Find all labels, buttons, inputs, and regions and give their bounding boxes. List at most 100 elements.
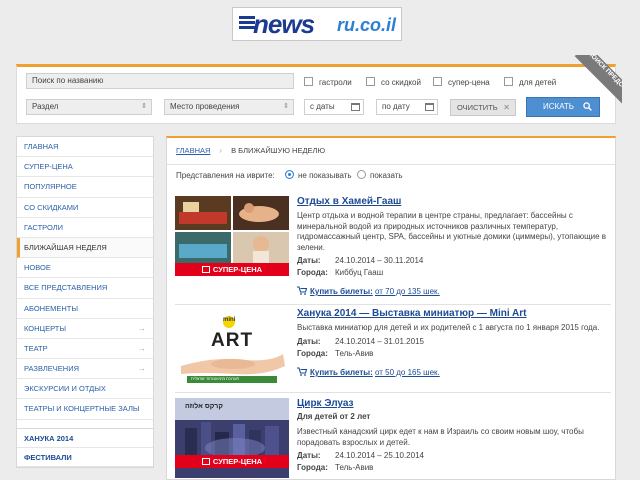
date-to-input[interactable]: по дату xyxy=(376,99,438,115)
date-to-placeholder: по дату xyxy=(382,102,410,111)
event-dates-value: 24.10.2014 – 25.10.2014 xyxy=(335,451,424,460)
mini-art-logo-art: ART xyxy=(211,330,254,351)
breadcrumb-separator: › xyxy=(219,146,223,155)
event-image[interactable]: mini ART תערוכת מיניאטורות ישראלית xyxy=(175,308,289,388)
sidebar-item-label: ТЕАТР xyxy=(24,343,48,353)
ticket-price-link[interactable]: от 70 до 135 шек. xyxy=(375,287,440,296)
event-city-value: Тель-Авив xyxy=(335,349,374,358)
search-icon xyxy=(583,102,592,111)
clear-button-label: ОЧИСТИТЬ xyxy=(457,103,498,112)
event-image[interactable]: קרקס אלוזה СУПЕР-ЦЕНА xyxy=(175,398,289,478)
event-description: Известный канадский цирк едет к нам в Из… xyxy=(297,427,584,447)
super-price-badge: СУПЕР-ЦЕНА xyxy=(175,455,289,468)
sidebar-item-subscriptions[interactable]: АБОНЕМЕНТЫ xyxy=(17,299,153,319)
checkbox-super-price[interactable]: супер-цена xyxy=(433,77,490,88)
sidebar-item-excursions[interactable]: ЭКСКУРСИИ И ОТДЫХ xyxy=(17,379,153,400)
sidebar-item-theatre[interactable]: ТЕАТР → xyxy=(17,339,153,360)
mini-art-logo-mini: mini xyxy=(223,317,236,323)
date-from-input[interactable]: с даты xyxy=(304,99,364,115)
event-title-link[interactable]: Отдых в Хамей-Гааш xyxy=(297,196,401,207)
checkbox-box[interactable] xyxy=(366,77,375,86)
buy-tickets-link[interactable]: Купить билеты: xyxy=(310,368,373,377)
select-arrows-icon: ⇕ xyxy=(141,103,147,110)
radio-button[interactable] xyxy=(285,170,294,179)
event-dates: Даты: 24.10.2014 – 25.10.2014 xyxy=(297,451,424,460)
radio-label: показать xyxy=(370,171,403,180)
event-city-value: Киббуц Гааш xyxy=(335,268,384,277)
close-icon: ✕ xyxy=(503,103,510,112)
radio-show-hebrew[interactable]: показать xyxy=(357,165,403,187)
checkbox-label: для детей xyxy=(519,78,557,87)
sidebar-item-super-price[interactable]: СУПЕР-ЦЕНА xyxy=(17,157,153,178)
gift-icon xyxy=(201,458,210,465)
main-content: ГЛАВНАЯ › В БЛИЖАЙШУЮ НЕДЕЛЮ Представлен… xyxy=(166,136,616,480)
sidebar-item-concerts[interactable]: КОНЦЕРТЫ → xyxy=(17,319,153,339)
logo-domain: ru.co.il xyxy=(337,15,397,35)
sidebar-item-hanukkah[interactable]: ХАНУКА 2014 xyxy=(17,429,153,448)
breadcrumb-home-link[interactable]: ГЛАВНАЯ xyxy=(176,146,210,155)
sidebar-item-tours[interactable]: ГАСТРОЛИ xyxy=(17,218,153,238)
super-price-badge: СУПЕР-ЦЕНА xyxy=(175,263,289,276)
section-select-value: Раздел xyxy=(32,102,59,111)
buy-tickets: Купить билеты: от 70 до 135 шек. xyxy=(297,286,440,296)
event-city: Города: Тель-Авив xyxy=(297,349,373,358)
checkbox-label: со скидкой xyxy=(381,78,421,87)
hebrew-filter: Представления на иврите: не показывать п… xyxy=(167,165,615,187)
event-dates-key: Даты: xyxy=(297,337,321,346)
sidebar-item-new[interactable]: НОВОЕ xyxy=(17,258,153,279)
event-dates: Даты: 24.10.2014 – 31.01.2015 xyxy=(297,337,424,346)
sidebar-item-entertainment[interactable]: РАЗВЛЕЧЕНИЯ → xyxy=(17,359,153,380)
sidebar-item-label: НОВОЕ xyxy=(24,263,51,273)
sidebar-item-discounts[interactable]: СО СКИДКАМИ xyxy=(17,198,153,218)
search-button[interactable]: ИСКАТЬ xyxy=(526,97,600,117)
sidebar-item-label: ПОПУЛЯРНОЕ xyxy=(24,182,77,192)
radio-button[interactable] xyxy=(357,170,366,179)
checkbox-label: гастроли xyxy=(319,78,352,87)
event-subtitle: Для детей от 2 лет xyxy=(297,412,371,421)
sidebar-item-label: ГАСТРОЛИ xyxy=(24,222,64,232)
event-image[interactable]: СУПЕР-ЦЕНА xyxy=(175,196,289,276)
checkbox-box[interactable] xyxy=(304,77,313,86)
search-name-input[interactable]: Поиск по названию xyxy=(26,73,294,89)
event-description: Выставка миниатюр для детей и их родител… xyxy=(297,323,600,332)
cart-icon xyxy=(297,367,308,376)
venue-select[interactable]: Место проведения ⇕ xyxy=(164,99,294,115)
hebrew-filter-label: Представления на иврите: xyxy=(176,171,275,180)
event-card: СУПЕР-ЦЕНА Отдых в Хамей-Гааш Центр отды… xyxy=(175,196,611,296)
checkbox-box[interactable] xyxy=(504,77,513,86)
sidebar-item-label: ФЕСТИВАЛИ xyxy=(24,453,72,462)
arrow-right-icon: → xyxy=(138,364,146,374)
sidebar-item-festivals[interactable]: ФЕСТИВАЛИ xyxy=(17,448,153,467)
calendar-icon[interactable] xyxy=(351,103,360,111)
event-dates-key: Даты: xyxy=(297,256,321,265)
event-title-link[interactable]: Ханука 2014 — Выставка миниатюр — Mini A… xyxy=(297,308,527,319)
checkbox-tour[interactable]: гастроли xyxy=(304,77,352,88)
event-divider xyxy=(175,392,611,393)
buy-tickets: Купить билеты: от 50 до 165 шек. xyxy=(297,367,440,377)
checkbox-discount[interactable]: со скидкой xyxy=(366,77,421,88)
sidebar-item-label: ТЕАТРЫ И КОНЦЕРТНЫЕ ЗАЛЫ xyxy=(24,404,140,414)
clear-button[interactable]: ОЧИСТИТЬ ✕ xyxy=(450,99,516,116)
sidebar-item-this-week[interactable]: БЛИЖАЙШАЯ НЕДЕЛЯ xyxy=(17,237,153,259)
sidebar-item-all-shows[interactable]: ВСЕ ПРЕДСТАВЛЕНИЯ xyxy=(17,278,153,299)
event-title-link[interactable]: Цирк Элуаз xyxy=(297,398,354,409)
mini-art-hebrew-strip: תערוכת מיניאטורות ישראלית xyxy=(191,376,240,381)
cart-icon xyxy=(297,286,308,295)
section-select[interactable]: Раздел ⇕ xyxy=(26,99,152,115)
checkbox-kids[interactable]: для детей xyxy=(504,77,556,88)
event-dates: Даты: 24.10.2014 – 30.11.2014 xyxy=(297,256,423,265)
sidebar-item-label: АБОНЕМЕНТЫ xyxy=(24,303,78,313)
sidebar-item-venues[interactable]: ТЕАТРЫ И КОНЦЕРТНЫЕ ЗАЛЫ xyxy=(17,399,153,420)
search-name-placeholder: Поиск по названию xyxy=(32,76,104,85)
calendar-icon[interactable] xyxy=(425,103,434,111)
sidebar-item-popular[interactable]: ПОПУЛЯРНОЕ xyxy=(17,177,153,198)
sidebar-item-home[interactable]: ГЛАВНАЯ xyxy=(17,137,153,158)
radio-hide-hebrew[interactable]: не показывать xyxy=(285,165,352,187)
site-logo[interactable]: news ru.co.il xyxy=(232,7,402,41)
ticket-price-link[interactable]: от 50 до 165 шек. xyxy=(375,368,440,377)
buy-tickets-link[interactable]: Купить билеты: xyxy=(310,287,373,296)
sidebar-special-menu: ХАНУКА 2014 ФЕСТИВАЛИ xyxy=(16,428,154,468)
checkbox-box[interactable] xyxy=(433,77,442,86)
sidebar-item-label: БЛИЖАЙШАЯ НЕДЕЛЯ xyxy=(24,242,107,252)
sidebar-item-label: КОНЦЕРТЫ xyxy=(24,323,66,333)
